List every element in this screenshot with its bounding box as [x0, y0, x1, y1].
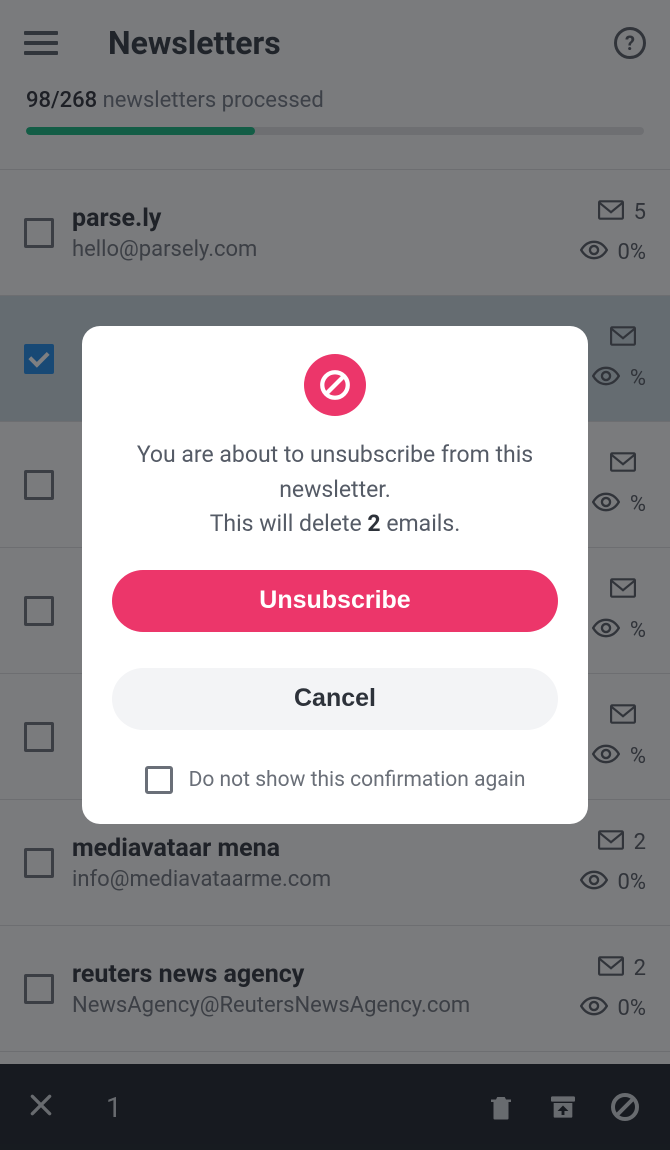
- dont-show-label: Do not show this confirmation again: [189, 768, 526, 792]
- unsubscribe-dialog: You are about to unsubscribe from this n…: [82, 326, 588, 824]
- dont-show-checkbox[interactable]: [145, 766, 173, 794]
- block-icon: [304, 354, 366, 416]
- dialog-scrim[interactable]: You are about to unsubscribe from this n…: [0, 0, 670, 1150]
- unsubscribe-button[interactable]: Unsubscribe: [112, 570, 558, 632]
- dialog-message: You are about to unsubscribe from this n…: [112, 438, 558, 570]
- dont-show-row: Do not show this confirmation again: [112, 760, 558, 794]
- cancel-button[interactable]: Cancel: [112, 668, 558, 730]
